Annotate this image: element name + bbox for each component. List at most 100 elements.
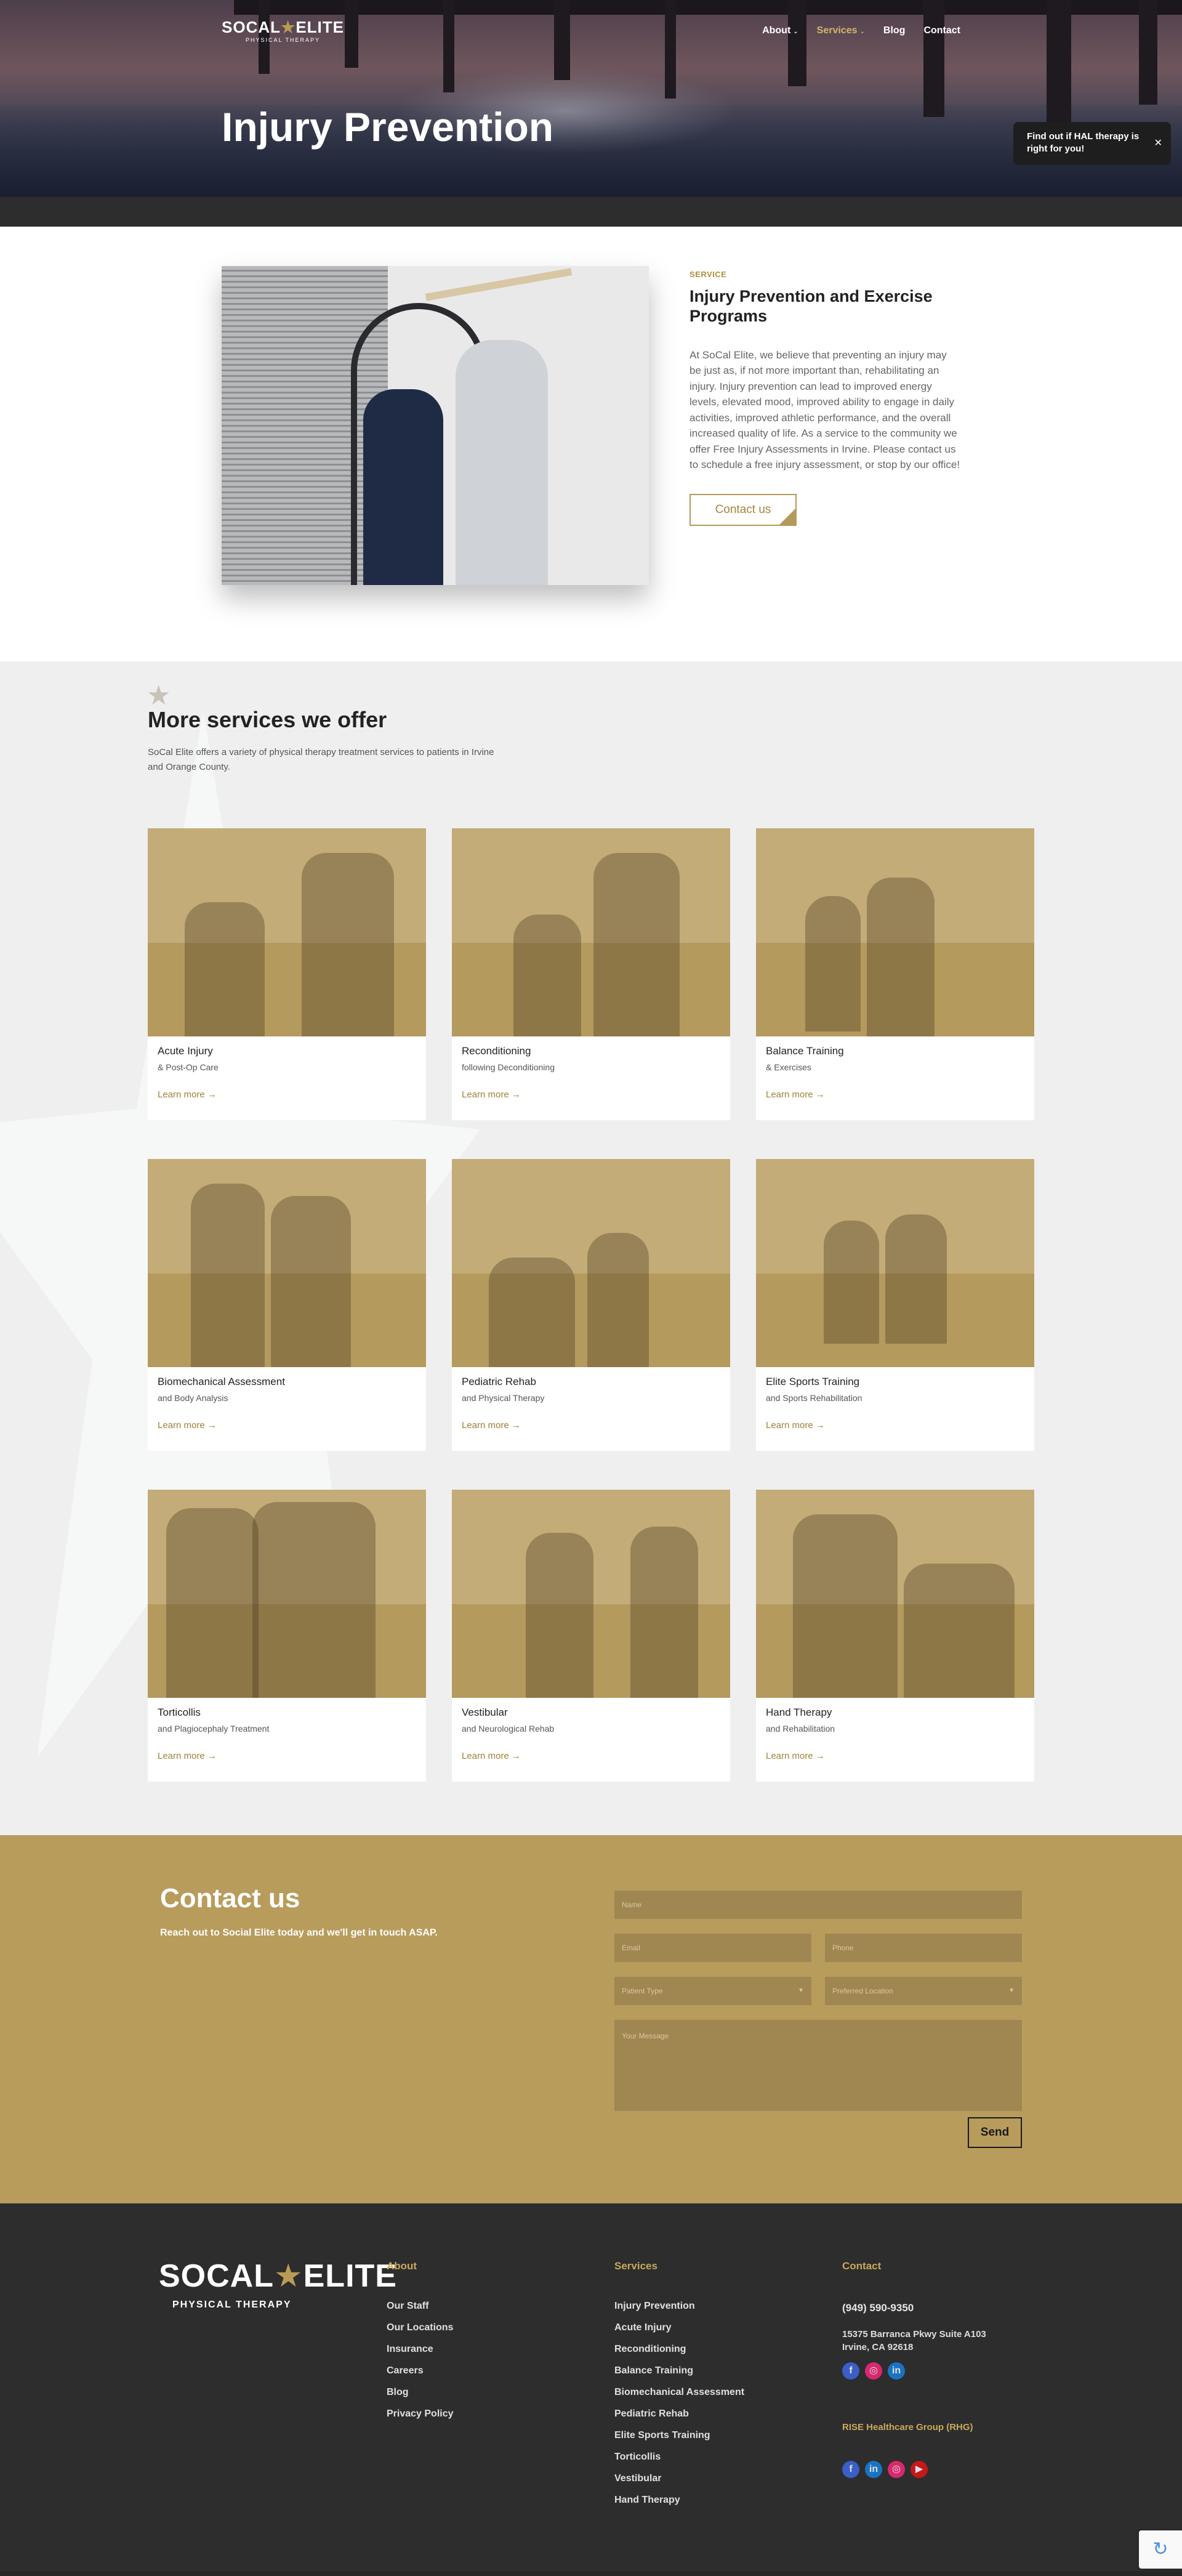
caret-down-icon: ⌄ (793, 28, 798, 35)
footer-logo[interactable]: SOCAL★ELITE PHYSICAL THERAPY (159, 2260, 397, 2311)
service-card-acute-injury[interactable]: Acute Injury & Post-Op Care Learn more → (148, 828, 426, 1120)
card-subtitle: following Deconditioning (462, 1062, 555, 1072)
learn-more-link[interactable]: Learn more → (766, 1089, 825, 1100)
footer-link-balance-training[interactable]: Balance Training (614, 2365, 744, 2376)
footer-link-vestibular[interactable]: Vestibular (614, 2473, 744, 2484)
address-line-1: 15375 Barranca Pkwy Suite A103 (842, 2329, 986, 2340)
instagram-icon[interactable]: ◎ (865, 2362, 882, 2380)
image-wall (452, 828, 730, 943)
service-eyebrow: SERVICE (690, 270, 727, 279)
facebook-icon[interactable]: f (842, 2362, 859, 2380)
nav-links: About ⌄ Services ⌄ Blog Contact (762, 25, 960, 36)
linkedin-icon[interactable]: in (865, 2461, 882, 2478)
footer-about-column: About Our Staff Our Locations Insurance … (387, 2260, 454, 2430)
image-figure (630, 1527, 698, 1698)
youtube-icon[interactable]: ▶ (911, 2461, 928, 2478)
service-card-vestibular[interactable]: Vestibular and Neurological Rehab Learn … (452, 1490, 730, 1782)
card-image (148, 828, 426, 1036)
footer-link-torticollis[interactable]: Torticollis (614, 2452, 744, 2463)
hal-therapy-popup[interactable]: Find out if HAL therapy is right for you… (1013, 122, 1171, 165)
card-body: Torticollis and Plagiocephaly Treatment … (148, 1698, 426, 1770)
card-image (756, 1159, 1034, 1367)
learn-more-link[interactable]: Learn more → (766, 1751, 825, 1761)
preferred-location-select[interactable]: Preferred Location ▼ (825, 1977, 1022, 2005)
nav-blog[interactable]: Blog (883, 25, 906, 36)
footer-link-blog[interactable]: Blog (387, 2387, 454, 2398)
main-nav: SOCAL★ELITE PHYSICAL THERAPY About ⌄ Serv… (222, 14, 960, 48)
footer-link-pediatric-rehab[interactable]: Pediatric Rehab (614, 2408, 744, 2420)
learn-more-link[interactable]: Learn more → (462, 1089, 521, 1100)
image-figure (824, 1221, 879, 1344)
footer-logo-wordmark: SOCAL★ELITE (159, 2260, 397, 2292)
image-figure (793, 1514, 898, 1698)
footer-link-careers[interactable]: Careers (387, 2365, 454, 2376)
footer-link-our-staff[interactable]: Our Staff (387, 2301, 454, 2312)
nav-services[interactable]: Services ⌄ (817, 25, 865, 36)
card-subtitle: and Sports Rehabilitation (766, 1393, 862, 1403)
footer-link-privacy-policy[interactable]: Privacy Policy (387, 2408, 454, 2420)
learn-more-link[interactable]: Learn more → (158, 1089, 217, 1100)
card-body: Elite Sports Training and Sports Rehabil… (756, 1367, 1034, 1440)
footer-link-acute-injury[interactable]: Acute Injury (614, 2322, 744, 2333)
nav-services-label: Services (816, 25, 858, 36)
card-image (756, 828, 1034, 1036)
service-card-elite-sports-training[interactable]: Elite Sports Training and Sports Rehabil… (756, 1159, 1034, 1451)
logo-text-left: SOCAL (222, 17, 281, 36)
service-card-balance-training[interactable]: Balance Training & Exercises Learn more … (756, 828, 1034, 1120)
card-title: Biomechanical Assessment (158, 1376, 285, 1387)
caret-down-icon: ⌄ (859, 28, 865, 35)
service-card-pediatric-rehab[interactable]: Pediatric Rehab and Physical Therapy Lea… (452, 1159, 730, 1451)
learn-more-link[interactable]: Learn more → (462, 1420, 521, 1431)
card-body: Balance Training & Exercises Learn more … (756, 1036, 1034, 1109)
message-textarea[interactable]: Your Message (614, 2020, 1022, 2111)
image-figure (185, 902, 265, 1036)
footer-link-biomechanical-assessment[interactable]: Biomechanical Assessment (614, 2387, 744, 2398)
recaptcha-icon[interactable]: ↻ (1139, 2530, 1182, 2569)
service-photo (222, 266, 649, 585)
learn-more-link[interactable]: Learn more → (462, 1751, 521, 1761)
rise-healthcare-link[interactable]: RISE Healthcare Group (RHG) (842, 2422, 986, 2433)
photo-patient (456, 340, 548, 585)
service-text: SERVICE Injury Prevention and Exercise P… (690, 270, 960, 526)
service-card-biomechanical-assessment[interactable]: Biomechanical Assessment and Body Analys… (148, 1159, 426, 1451)
instagram-icon[interactable]: ◎ (888, 2461, 905, 2478)
footer-address: 15375 Barranca Pkwy Suite A103 Irvine, C… (842, 2328, 986, 2354)
footer-link-our-locations[interactable]: Our Locations (387, 2322, 454, 2333)
service-card-reconditioning[interactable]: Reconditioning following Deconditioning … (452, 828, 730, 1120)
send-button[interactable]: Send (968, 2117, 1022, 2148)
star-icon: ★ (274, 2258, 304, 2294)
learn-more-link[interactable]: Learn more → (766, 1420, 825, 1431)
email-field[interactable]: Email (614, 1934, 811, 1962)
image-figure (885, 1214, 947, 1344)
footer-phone[interactable]: (949) 590-9350 (842, 2302, 986, 2314)
service-card-torticollis[interactable]: Torticollis and Plagiocephaly Treatment … (148, 1490, 426, 1782)
image-figure (191, 1184, 265, 1367)
more-services-section: ★ More services we offer SoCal Elite off… (0, 661, 1182, 1835)
patient-type-select[interactable]: Patient Type ▼ (614, 1977, 811, 2005)
learn-more-link[interactable]: Learn more → (158, 1420, 217, 1431)
name-field[interactable]: Name (614, 1891, 1022, 1919)
footer-link-elite-sports-training[interactable]: Elite Sports Training (614, 2430, 744, 2441)
image-figure (587, 1233, 649, 1367)
address-line-2: Irvine, CA 92618 (842, 2342, 914, 2352)
close-icon[interactable]: ✕ (1154, 137, 1162, 150)
facebook-icon[interactable]: f (842, 2461, 859, 2478)
learn-more-link[interactable]: Learn more → (158, 1751, 217, 1761)
footer-link-hand-therapy[interactable]: Hand Therapy (614, 2495, 744, 2506)
linkedin-icon[interactable]: in (888, 2362, 905, 2380)
hero-bottom-band (0, 197, 1182, 227)
card-title: Hand Therapy (766, 1706, 832, 1718)
footer-link-injury-prevention[interactable]: Injury Prevention (614, 2301, 744, 2312)
site-logo[interactable]: SOCAL★ELITE PHYSICAL THERAPY (222, 19, 344, 43)
footer-link-reconditioning[interactable]: Reconditioning (614, 2344, 744, 2355)
contact-us-button[interactable]: Contact us (690, 493, 797, 526)
nav-about[interactable]: About ⌄ (762, 25, 798, 36)
patient-type-label: Patient Type (622, 1987, 663, 1995)
service-card-hand-therapy[interactable]: Hand Therapy and Rehabilitation Learn mo… (756, 1490, 1034, 1782)
chevron-down-icon: ▼ (1008, 1987, 1015, 1994)
contact-subheading: Reach out to Social Elite today and we'l… (160, 1928, 438, 1938)
phone-field[interactable]: Phone (825, 1934, 1022, 1962)
footer-link-insurance[interactable]: Insurance (387, 2344, 454, 2355)
nav-contact[interactable]: Contact (923, 25, 960, 36)
footer-services-heading: Services (614, 2260, 657, 2272)
